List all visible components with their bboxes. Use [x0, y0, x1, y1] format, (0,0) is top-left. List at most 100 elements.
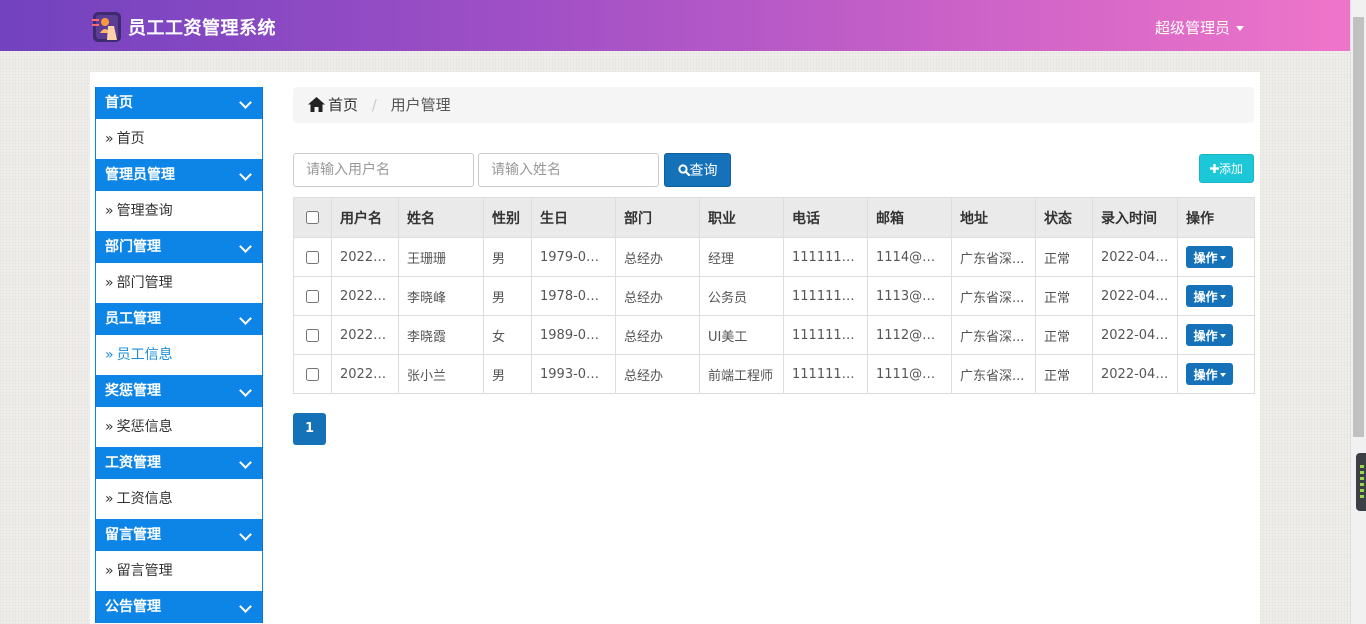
- cell-name: 张小兰: [398, 354, 484, 394]
- row-action-dropdown-button[interactable]: 操作: [1186, 324, 1233, 346]
- search-icon: [677, 164, 690, 177]
- row-checkbox[interactable]: [306, 367, 319, 381]
- sidebar-item-admin-query[interactable]: » 管理查询: [95, 191, 263, 231]
- sidebar-item-rewards-info[interactable]: » 奖惩信息: [95, 407, 263, 447]
- sidebar-group-label: 公告管理: [105, 599, 161, 615]
- cell-status: 正常: [1035, 315, 1093, 355]
- column-header-job[interactable]: 职业: [699, 197, 784, 238]
- sidebar-item-messages[interactable]: » 留言管理: [95, 551, 263, 591]
- cell-job: 公务员: [699, 276, 784, 316]
- double-angle-right-icon: »: [105, 347, 114, 363]
- row-action-dropdown-button[interactable]: 操作: [1186, 285, 1233, 307]
- row-action-dropdown-button[interactable]: 操作: [1186, 246, 1233, 268]
- user-menu-label: 超级管理员: [1155, 19, 1231, 37]
- sidebar-item-employee-info[interactable]: » 员工信息: [95, 335, 263, 375]
- add-button[interactable]: 添加: [1199, 154, 1254, 183]
- cell-gender: 男: [483, 354, 532, 394]
- vertical-scrollbar[interactable]: [1350, 0, 1366, 624]
- name-search-input[interactable]: [478, 153, 659, 187]
- select-all-cell: [293, 197, 332, 238]
- column-header-email[interactable]: 邮箱: [867, 197, 952, 238]
- cell-status: 正常: [1035, 276, 1093, 316]
- chevron-down-icon: [239, 168, 252, 181]
- column-header-department[interactable]: 部门: [615, 197, 700, 238]
- column-header-username[interactable]: 用户名: [331, 197, 399, 238]
- breadcrumb-home-link[interactable]: 首页: [308, 96, 363, 114]
- cell-name: 李晓霞: [398, 315, 484, 355]
- sidebar-group-salary[interactable]: 工资管理: [95, 447, 263, 479]
- search-button-label: 查询: [689, 163, 718, 179]
- breadcrumb-separator: /: [371, 96, 377, 114]
- column-header-address[interactable]: 地址: [951, 197, 1036, 238]
- sidebar-group-label: 首页: [105, 95, 133, 111]
- row-action-dropdown-button[interactable]: 操作: [1186, 363, 1233, 385]
- chevron-down-icon: [239, 528, 252, 541]
- cell-name: 李晓峰: [398, 276, 484, 316]
- user-menu-dropdown[interactable]: 超级管理员: [1155, 17, 1245, 38]
- username-search-input[interactable]: [293, 153, 474, 187]
- caret-down-icon: [1219, 256, 1226, 260]
- double-angle-right-icon: »: [105, 491, 114, 507]
- column-header-name[interactable]: 姓名: [398, 197, 484, 238]
- column-header-status[interactable]: 状态: [1035, 197, 1093, 238]
- row-select-cell: [293, 354, 332, 394]
- select-all-checkbox[interactable]: [306, 211, 319, 224]
- sidebar-item-label: 奖惩信息: [116, 419, 173, 435]
- sidebar-group-label: 部门管理: [105, 239, 161, 255]
- sidebar-group-admin[interactable]: 管理员管理: [95, 159, 263, 191]
- cell-email: 1111@qq...: [867, 354, 952, 394]
- sidebar-group-employee[interactable]: 员工管理: [95, 303, 263, 335]
- top-header: 员工工资管理系统 超级管理员: [0, 0, 1350, 51]
- action-button-label: 操作: [1193, 289, 1218, 304]
- cell-email: 1113@qq...: [867, 276, 952, 316]
- pagination-page-1[interactable]: 1: [293, 413, 326, 445]
- row-checkbox[interactable]: [306, 289, 319, 303]
- cell-created: 2022-04-...: [1092, 315, 1178, 355]
- sidebar-item-label: 员工信息: [116, 347, 173, 363]
- caret-down-icon: [1219, 295, 1226, 299]
- chevron-down-icon: [239, 456, 252, 469]
- cell-department: 总经办: [615, 276, 700, 316]
- employee-table: 用户名 姓名 性别 生日 部门 职业 电话 邮箱 地址 状态 录入时间 操作 2…: [293, 197, 1255, 394]
- cell-created: 2022-04-...: [1092, 354, 1178, 394]
- cell-birthday: 1979-06-22: [531, 237, 616, 277]
- sidebar-group-label: 工资管理: [105, 455, 161, 471]
- row-select-cell: [293, 276, 332, 316]
- cell-gender: 女: [483, 315, 532, 355]
- sidebar-group-label: 管理员管理: [105, 167, 175, 183]
- sidebar-item-salary-info[interactable]: » 工资信息: [95, 479, 263, 519]
- action-button-label: 操作: [1193, 328, 1218, 343]
- column-header-phone[interactable]: 电话: [783, 197, 868, 238]
- sidebar-group-messages[interactable]: 留言管理: [95, 519, 263, 551]
- row-checkbox[interactable]: [306, 328, 319, 342]
- cell-phone: 11111111...: [783, 276, 868, 316]
- cell-email: 1114@qq...: [867, 237, 952, 277]
- double-angle-right-icon: »: [105, 275, 114, 291]
- search-button[interactable]: 查询: [664, 153, 731, 187]
- sidebar-group-announcements[interactable]: 公告管理: [95, 591, 263, 623]
- sidebar-group-department[interactable]: 部门管理: [95, 231, 263, 263]
- sidebar-item-department[interactable]: » 部门管理: [95, 263, 263, 303]
- caret-down-icon: [1236, 26, 1245, 31]
- cell-department: 总经办: [615, 354, 700, 394]
- row-checkbox[interactable]: [306, 250, 319, 264]
- chevron-down-icon: [239, 96, 252, 109]
- sidebar-group-home[interactable]: 首页: [95, 87, 263, 119]
- home-icon: [308, 97, 325, 112]
- table-row: 2022003 李晓峰 男 1978-05-21 总经办 公务员 1111111…: [293, 276, 1255, 316]
- scrollbar-thumb[interactable]: [1353, 17, 1364, 437]
- table-row: 2022001 张小兰 男 1993-05-21 总经办 前端工程师 11111…: [293, 354, 1255, 394]
- chevron-down-icon: [239, 384, 252, 397]
- app-title: 员工工资管理系统: [128, 18, 276, 39]
- cell-email: 1112@qq...: [867, 315, 952, 355]
- column-header-birthday[interactable]: 生日: [531, 197, 616, 238]
- cell-action: 操作: [1177, 315, 1255, 355]
- app-logo-icon: [92, 12, 121, 42]
- cell-username: 2022003: [331, 276, 399, 316]
- cell-gender: 男: [483, 276, 532, 316]
- sidebar-group-rewards[interactable]: 奖惩管理: [95, 375, 263, 407]
- side-widget-handle[interactable]: [1356, 453, 1366, 511]
- column-header-gender[interactable]: 性别: [483, 197, 532, 238]
- sidebar-item-home[interactable]: » 首页: [95, 119, 263, 159]
- column-header-created[interactable]: 录入时间: [1092, 197, 1178, 238]
